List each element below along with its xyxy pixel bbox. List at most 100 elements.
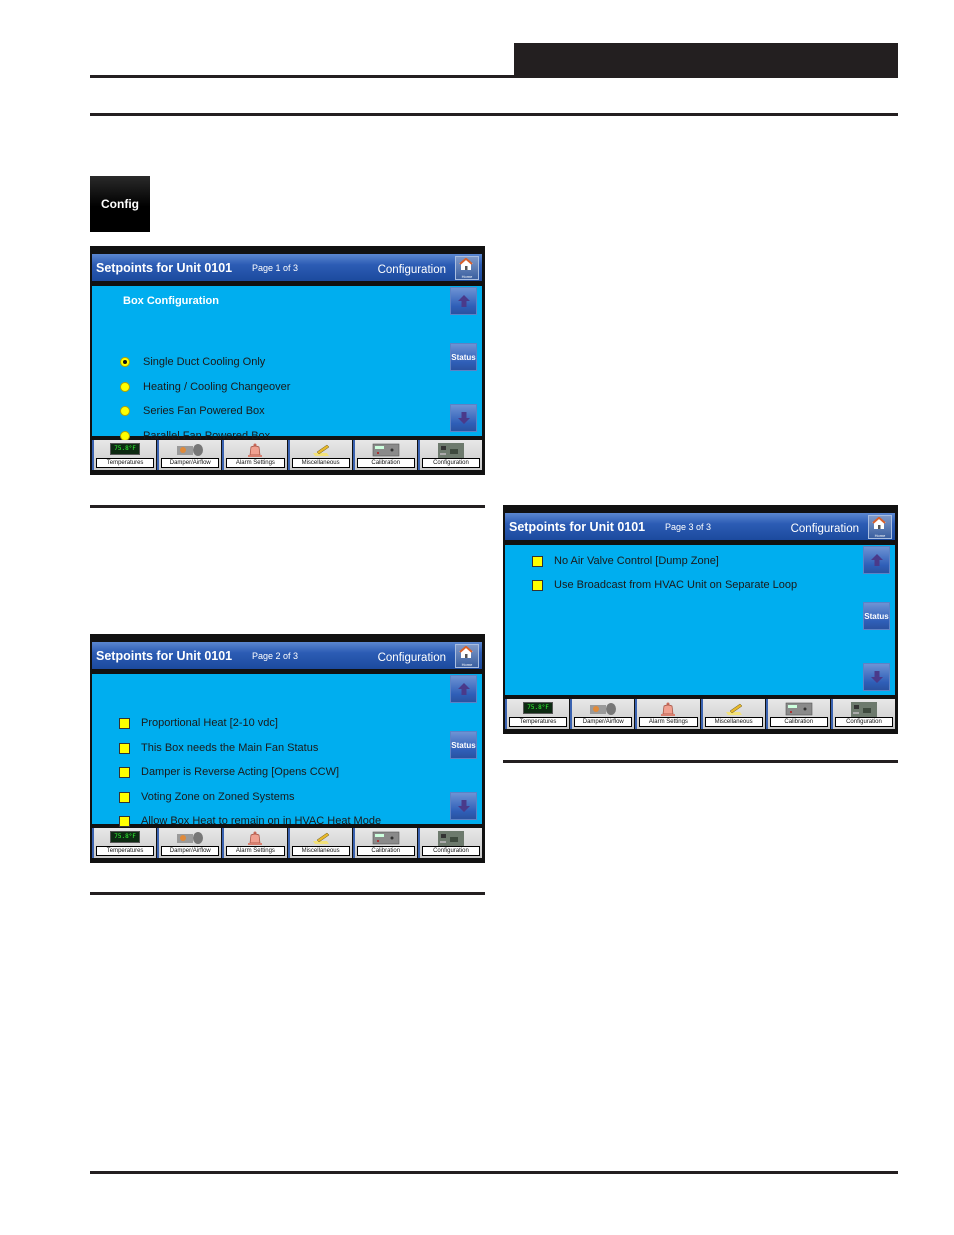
arrow-up-icon [870,554,883,566]
scroll-up-button[interactable] [863,546,890,574]
toolbar-label: Configuration [421,458,481,468]
home-label: Home [874,533,886,538]
damper-icon [590,703,617,715]
toolbar-label: Configuration [834,717,894,727]
toolbar-label: Damper/Airflow [161,458,220,468]
pencil-note-icon [312,832,329,844]
controller-icon [372,443,400,457]
option-item[interactable]: Heating / Cooling Changeover [120,381,290,393]
toolbar-button-configuration[interactable]: Configuration [417,828,483,858]
option-item[interactable]: Proportional Heat [2-10 vdc] [119,717,278,729]
page-indicator: Page 3 of 3 [665,522,712,532]
checkbox[interactable] [532,555,543,567]
status-label: Status [451,740,476,750]
scroll-up-button[interactable] [450,675,477,703]
option-label: Damper is Reverse Acting [Opens CCW] [141,766,340,778]
toolbar-button-miscellaneous[interactable]: Miscellaneous [287,440,352,470]
toolbar-label: Configuration [421,846,481,856]
option-item[interactable]: Series Fan Powered Box [120,405,265,417]
screen-titlebar: Setpoints for Unit 0101 Page 1 of 3 Conf… [92,254,482,281]
toolbar-button-configuration[interactable]: Configuration [830,699,896,729]
section-heading: Box Configuration [123,295,219,307]
checkbox[interactable] [119,717,130,729]
damper-icon [177,444,204,456]
section-name: Configuration [377,264,446,276]
config-button[interactable]: Config [90,176,150,232]
bell-icon [248,443,263,457]
option-item[interactable]: Damper is Reverse Acting [Opens CCW] [119,766,339,778]
option-item[interactable]: Use Broadcast from HVAC Unit on Separate… [532,579,797,591]
status-label: Status [864,611,889,621]
option-item[interactable]: Allow Box Heat to remain on in HVAC Heat… [119,815,381,827]
checkbox[interactable] [532,579,543,591]
status-label: Status [451,352,476,362]
circuit-board-icon [437,443,464,458]
toolbar-button-alarm-settings[interactable]: Alarm Settings [222,440,287,470]
option-item[interactable]: Voting Zone on Zoned Systems [119,791,294,803]
toolbar-label: Alarm Settings [639,717,698,727]
toolbar-button-alarm-settings[interactable]: Alarm Settings [222,828,287,858]
option-label: Single Duct Cooling Only [143,356,266,368]
checkbox[interactable] [119,766,130,778]
status-button[interactable]: Status [450,731,477,759]
radio-button[interactable] [120,406,130,416]
header-rule-top [90,75,514,78]
checkbox[interactable] [119,791,130,803]
toolbar-button-calibration[interactable]: Calibration [765,699,830,729]
home-button[interactable]: Home [455,256,479,280]
bottom-toolbar: 75.8°F Temperatures Damper/Airflow Alarm… [92,828,483,858]
screen-title: Setpoints for Unit 0101 [96,649,233,663]
page-indicator: Page 2 of 3 [252,651,299,661]
lcd-display-icon: 75.8°F [110,831,141,843]
checkbox[interactable] [119,742,130,754]
toolbar-label: Calibration [769,717,828,727]
status-button[interactable]: Status [863,602,890,630]
toolbar-label: Alarm Settings [226,846,285,856]
option-item[interactable]: No Air Valve Control [Dump Zone] [532,555,719,567]
arrow-up-icon [457,683,470,695]
option-label: Series Fan Powered Box [143,405,265,417]
toolbar-button-damper-airflow[interactable]: Damper/Airflow [157,828,222,858]
toolbar-label: Temperatures [509,717,568,727]
toolbar-label: Miscellaneous [291,458,350,468]
radio-button[interactable] [120,382,130,392]
checkbox[interactable] [119,815,130,827]
section-rule [90,892,485,895]
option-item[interactable]: Single Duct Cooling Only [120,356,265,368]
scroll-down-button[interactable] [450,792,477,820]
setpoints-screen-page-1: Setpoints for Unit 0101 Page 1 of 3 Conf… [90,246,485,475]
circuit-board-icon [437,831,464,846]
toolbar-button-damper-airflow[interactable]: Damper/Airflow [157,440,222,470]
config-button-label: Config [101,197,139,211]
screen-title: Setpoints for Unit 0101 [96,261,233,275]
scroll-down-button[interactable] [863,663,890,691]
toolbar-button-temperatures[interactable]: 75.8°F Temperatures [505,699,570,729]
toolbar-button-miscellaneous[interactable]: Miscellaneous [700,699,765,729]
setpoints-screen-page-2: Setpoints for Unit 0101 Page 2 of 3 Conf… [90,634,485,863]
section-rule [90,505,485,508]
toolbar-button-temperatures[interactable]: 75.8°F Temperatures [92,440,157,470]
toolbar-label: Alarm Settings [226,458,285,468]
scroll-down-button[interactable] [450,404,477,432]
status-button[interactable]: Status [450,343,477,371]
home-button[interactable]: Home [455,644,479,668]
radio-button[interactable] [120,357,130,367]
toolbar-button-configuration[interactable]: Configuration [417,440,483,470]
toolbar-button-miscellaneous[interactable]: Miscellaneous [287,828,352,858]
toolbar-button-damper-airflow[interactable]: Damper/Airflow [570,699,635,729]
toolbar-button-alarm-settings[interactable]: Alarm Settings [635,699,700,729]
setpoints-screen-page-3: Setpoints for Unit 0101 Page 3 of 3 Conf… [503,505,898,734]
toolbar-button-calibration[interactable]: Calibration [352,828,417,858]
toolbar-label: Damper/Airflow [161,846,220,856]
home-icon [459,258,473,270]
home-button[interactable]: Home [868,515,892,539]
lcd-display-icon: 75.8°F [110,443,141,455]
option-label: This Box needs the Main Fan Status [141,742,319,754]
section-name: Configuration [377,652,446,664]
toolbar-button-temperatures[interactable]: 75.8°F Temperatures [92,828,157,858]
home-label: Home [461,274,473,279]
toolbar-button-calibration[interactable]: Calibration [352,440,417,470]
option-item[interactable]: This Box needs the Main Fan Status [119,742,318,754]
scroll-up-button[interactable] [450,287,477,315]
footer-rule [90,1171,898,1174]
